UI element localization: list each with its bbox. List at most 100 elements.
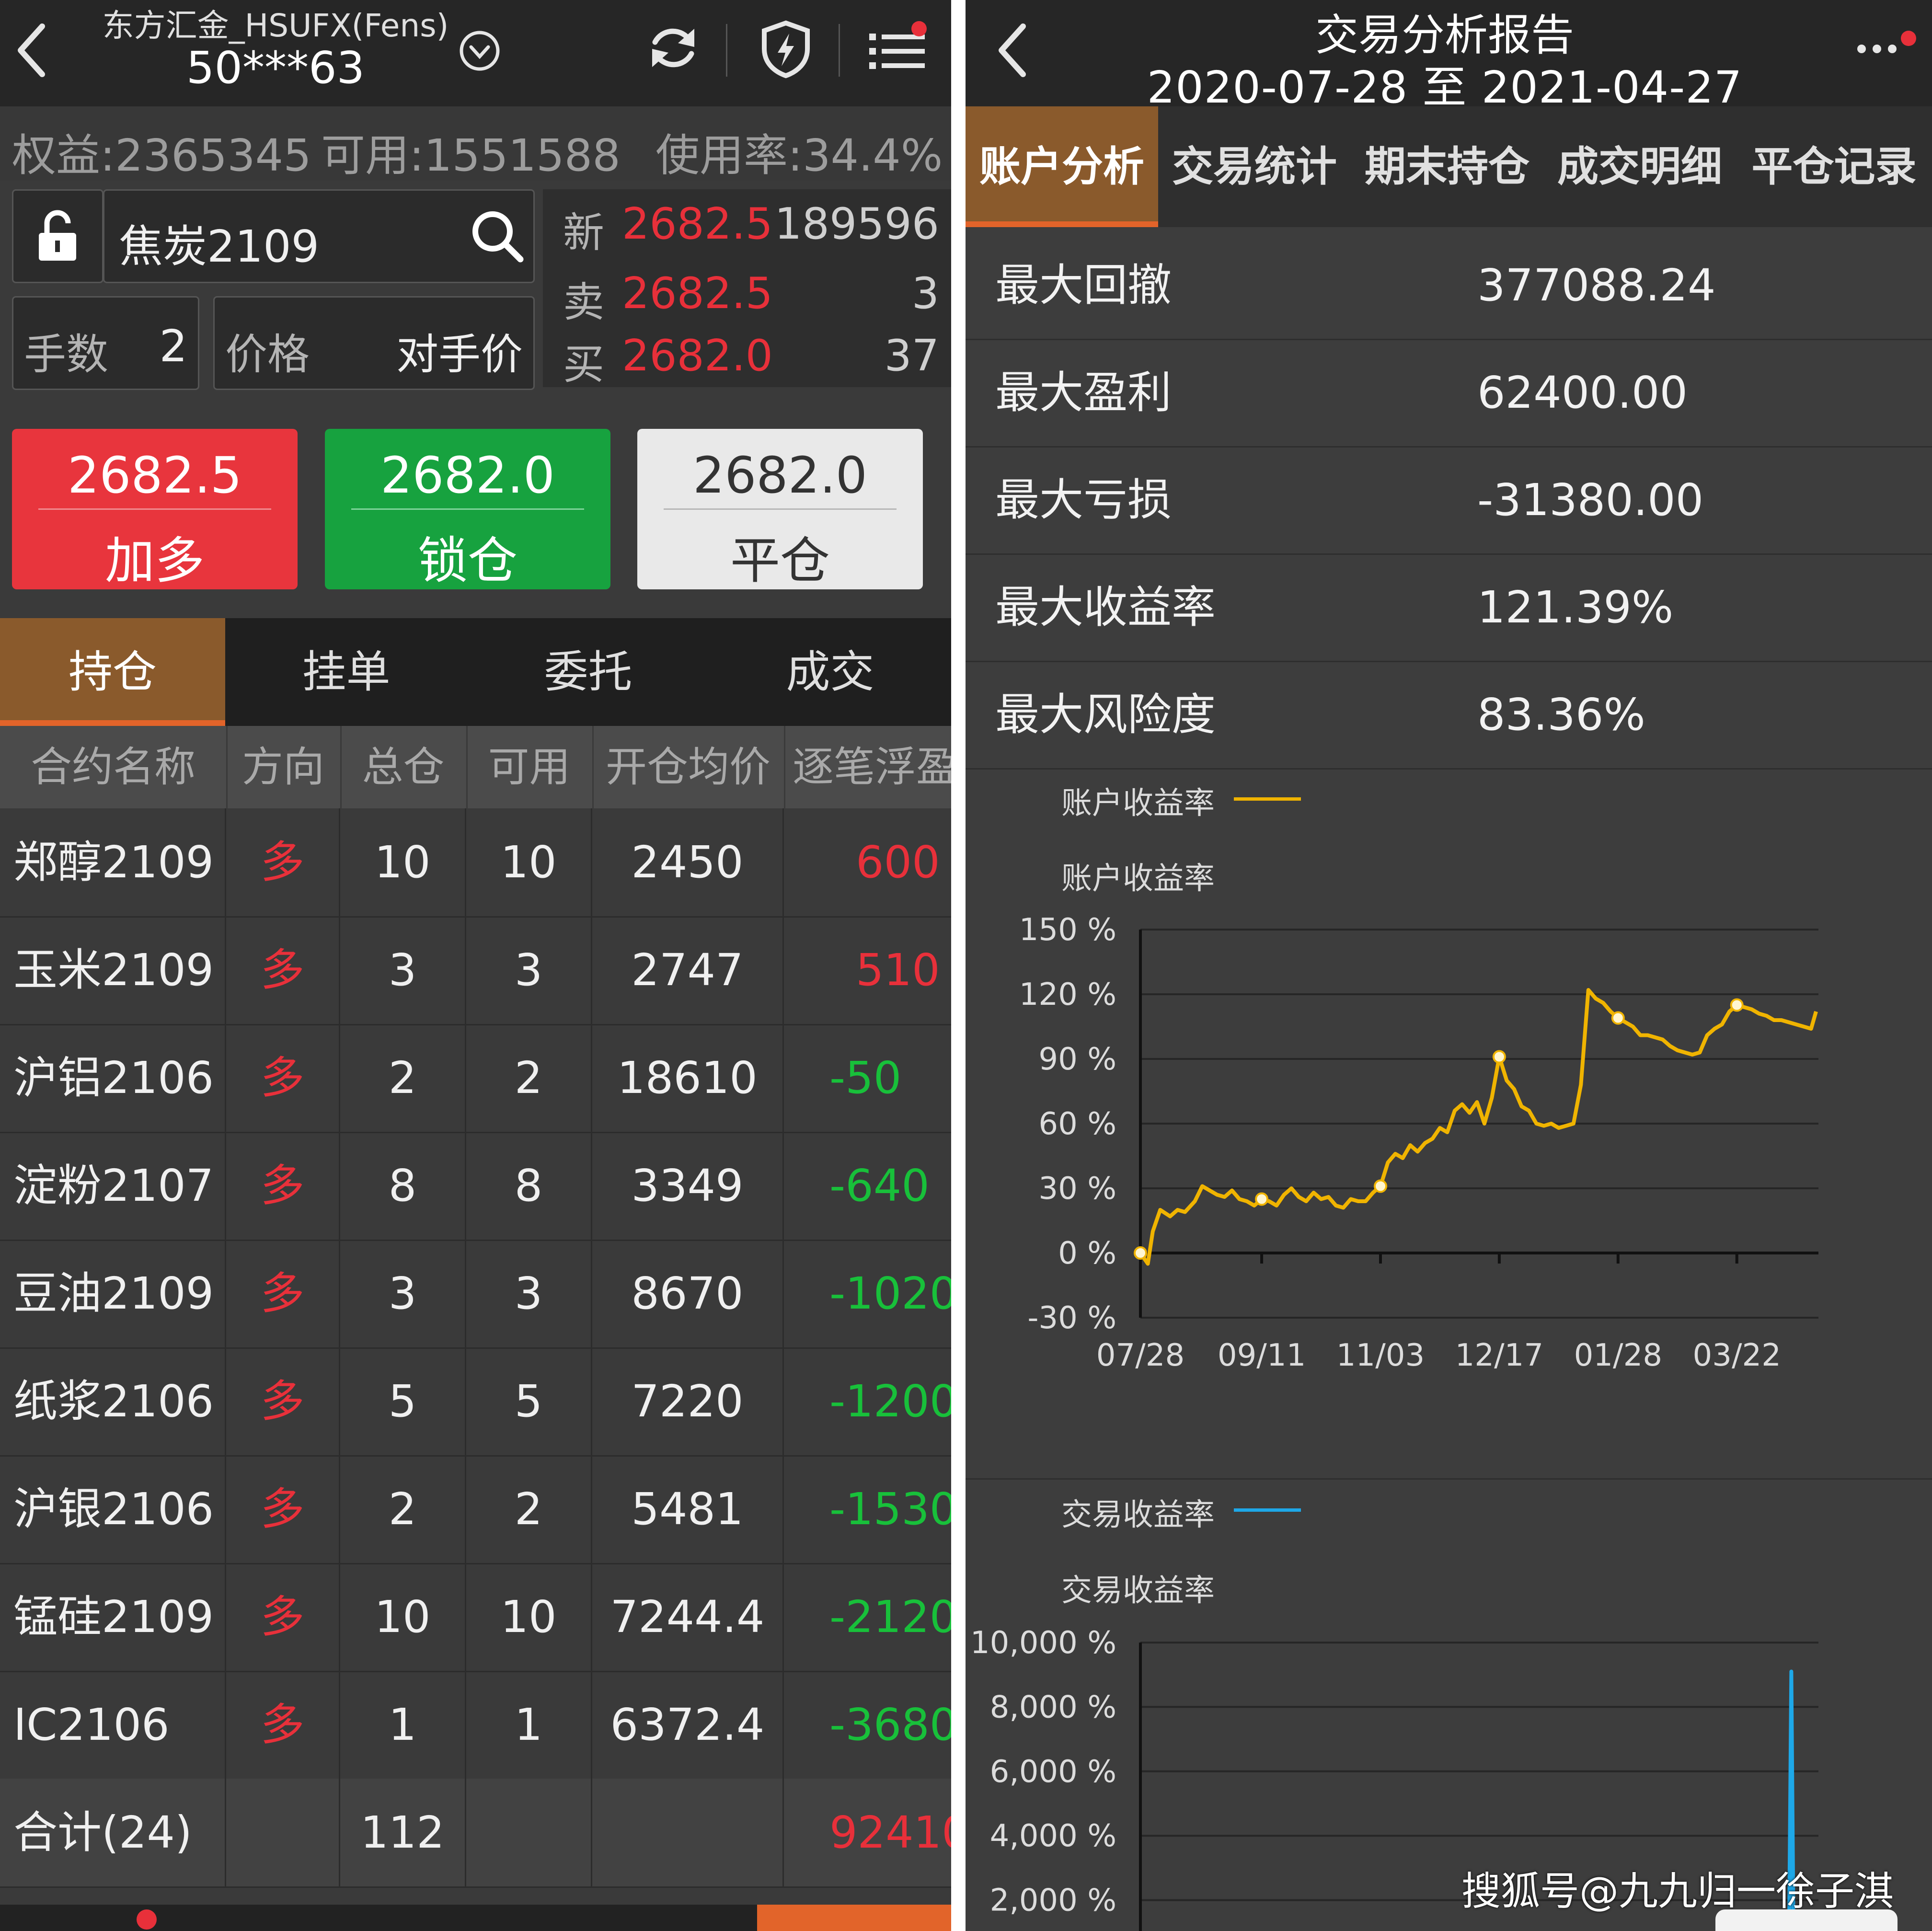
col-available[interactable]: 可用 xyxy=(466,726,594,808)
shield-lightning-icon[interactable] xyxy=(759,19,812,79)
cell-floating-pnl: 600 xyxy=(856,837,940,888)
cell-direction: 多 xyxy=(226,1455,340,1563)
table-row[interactable]: 沪铝2106 多 2 2 18610 -50 xyxy=(0,1024,951,1133)
y-tick-label: 10,000 % xyxy=(970,1625,1116,1661)
data-point-marker xyxy=(1134,1246,1147,1260)
divider xyxy=(966,1478,1932,1480)
table-row[interactable]: 玉米2109 多 3 3 2747 510 xyxy=(0,916,951,1025)
usage-text: 使用率:34.4% xyxy=(656,130,943,181)
col-total[interactable]: 总仓 xyxy=(340,726,468,808)
cell-floating-pnl: -1530 xyxy=(829,1483,951,1535)
cell-available: 8 xyxy=(466,1132,592,1240)
total-pnl: 92410 xyxy=(829,1807,951,1858)
table-row[interactable]: 郑醇2109 多 10 10 2450 600 xyxy=(0,808,951,918)
contract-selector[interactable]: 焦炭2109 xyxy=(103,189,535,283)
menu-list-icon[interactable] xyxy=(867,20,930,78)
stat-label: 最大亏损 xyxy=(995,474,1172,526)
funds-bar: 权益:2365345 可用:1551588 使用率:34.4% xyxy=(0,106,951,181)
account-dropdown-icon[interactable] xyxy=(458,29,502,73)
table-row[interactable]: 纸浆2106 多 5 5 7220 -1200 xyxy=(0,1347,951,1457)
cell-total: 10 xyxy=(340,808,466,916)
tab-close-records[interactable]: 平仓记录 xyxy=(1736,106,1932,227)
cell-available: 3 xyxy=(466,916,592,1024)
lock-toggle[interactable] xyxy=(12,189,104,283)
tab-positions[interactable]: 持仓 xyxy=(0,618,225,726)
buy-label: 买 xyxy=(563,341,604,389)
tab-trades[interactable]: 成交 xyxy=(709,618,951,726)
tab-trade-stats[interactable]: 交易统计 xyxy=(1158,106,1351,227)
table-row[interactable]: 锰硅2109 多 10 10 7244.4 -2120 xyxy=(0,1563,951,1672)
chart2-title: 交易收益率 xyxy=(1061,1573,1215,1609)
more-options-icon[interactable] xyxy=(1852,29,1924,67)
cell-avg-price: 2747 xyxy=(592,916,784,1024)
y-tick-label: 4,000 % xyxy=(990,1818,1116,1854)
tab-trade-details[interactable]: 成交明细 xyxy=(1543,106,1736,227)
cell-total: 3 xyxy=(340,916,466,1024)
tab-orders[interactable]: 委托 xyxy=(467,618,709,726)
cell-avg-price: 7244.4 xyxy=(592,1563,784,1671)
stat-row: 最大收益率 121.39% xyxy=(966,554,1932,662)
contract-name: 焦炭2109 xyxy=(119,221,320,272)
cell-total: 8 xyxy=(340,1132,466,1240)
cell-floating-pnl: -3680 xyxy=(829,1699,951,1750)
bottom-nav-active[interactable] xyxy=(757,1905,951,1931)
refresh-icon[interactable] xyxy=(644,19,702,77)
col-floating-pnl[interactable]: 逐笔浮盈 xyxy=(784,726,951,808)
chart2-legend-swatch xyxy=(1234,1508,1301,1512)
table-row[interactable]: IC2106 多 1 1 6372.4 -3680 xyxy=(0,1671,951,1780)
lock-position-button[interactable]: 2682.0 锁仓 xyxy=(325,429,610,590)
divider xyxy=(351,508,584,510)
close-position-button[interactable]: 2682.0 平仓 xyxy=(637,429,923,590)
table-row[interactable]: 豆油2109 多 3 3 8670 -1020 xyxy=(0,1240,951,1349)
col-contract[interactable]: 合约名称 xyxy=(0,726,228,808)
cell-available: 10 xyxy=(466,1563,592,1671)
cell-direction: 多 xyxy=(226,1240,340,1347)
col-avg-price[interactable]: 开仓均价 xyxy=(592,726,785,808)
quantity-value: 2 xyxy=(159,321,187,372)
unlock-icon xyxy=(39,210,76,261)
cell-avg-price: 8670 xyxy=(592,1240,784,1347)
new-price-label: 新 xyxy=(563,209,604,257)
search-icon[interactable] xyxy=(469,207,526,265)
table-total-row: 合计(24) 112 92410 xyxy=(0,1779,951,1888)
cell-available: 2 xyxy=(466,1024,592,1132)
table-row[interactable]: 淀粉2107 多 8 8 3349 -640 xyxy=(0,1132,951,1241)
table-row[interactable]: 沪银2106 多 2 2 5481 -1530 xyxy=(0,1455,951,1564)
series-line xyxy=(1138,988,1818,1266)
add-long-label: 加多 xyxy=(104,531,205,590)
cell-avg-price: 3349 xyxy=(592,1132,784,1240)
y-tick-label: 120 % xyxy=(1019,977,1116,1012)
price-label: 价格 xyxy=(225,330,310,379)
price-input[interactable]: 价格 对手价 xyxy=(213,296,535,390)
stat-row: 最大亏损 -31380.00 xyxy=(966,447,1932,555)
divider xyxy=(38,508,271,510)
tab-end-positions[interactable]: 期末持仓 xyxy=(1351,106,1543,227)
add-long-button[interactable]: 2682.5 加多 xyxy=(12,429,298,590)
cell-available: 2 xyxy=(466,1455,592,1563)
y-tick-label: 0 % xyxy=(1058,1236,1116,1271)
home-indicator xyxy=(1715,1909,1898,1931)
top-bar: 东方汇金_HSUFX(Fens) 50***63 xyxy=(0,0,951,106)
back-arrow-icon[interactable] xyxy=(994,22,1033,79)
quantity-input[interactable]: 手数 2 xyxy=(12,296,199,390)
sell-label: 卖 xyxy=(563,278,604,326)
tab-account-analysis[interactable]: 账户分析 xyxy=(966,106,1158,227)
chart1-legend-swatch xyxy=(1234,797,1301,801)
col-direction[interactable]: 方向 xyxy=(226,726,342,808)
buy-price: 2682.0 xyxy=(622,331,773,381)
cell-avg-price: 18610 xyxy=(592,1024,784,1132)
data-point-marker xyxy=(1492,1050,1506,1064)
back-arrow-icon[interactable] xyxy=(13,22,52,79)
cell-contract: 沪铝2106 xyxy=(0,1024,226,1132)
tab-pending[interactable]: 挂单 xyxy=(225,618,467,726)
chart1-title: 账户收益率 xyxy=(1061,861,1215,897)
trading-panel: 东方汇金_HSUFX(Fens) 50***63 权益:2365345 可用:1… xyxy=(0,0,951,1931)
cell-avg-price: 5481 xyxy=(592,1455,784,1563)
cell-avg-price: 6372.4 xyxy=(592,1671,784,1779)
divider xyxy=(664,508,897,510)
cell-direction: 多 xyxy=(226,1132,340,1240)
cell-direction: 多 xyxy=(226,916,340,1024)
quote-panel: 新 2682.5 189596 卖 2682.5 3 买 2682.0 37 xyxy=(543,189,951,389)
data-point-marker xyxy=(1611,1011,1625,1025)
cell-contract: 锰硅2109 xyxy=(0,1563,226,1671)
